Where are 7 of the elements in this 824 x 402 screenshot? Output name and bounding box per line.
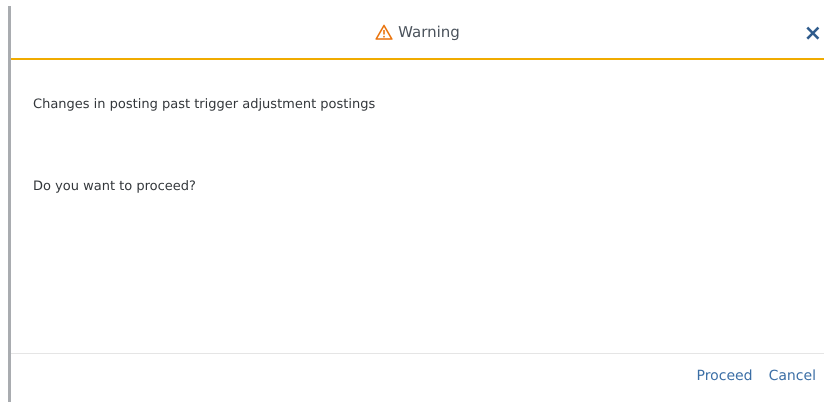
dialog-button[interactable]: Proceed (690, 364, 759, 388)
message-text: Changes in posting past trigger adjustment postings (33, 96, 376, 114)
dialog-button[interactable]: Cancel (762, 364, 822, 388)
warning-icon (375, 24, 394, 40)
message-text: Do you want to proceed? (33, 178, 197, 196)
close-button[interactable]: × (802, 23, 824, 45)
dialog-title: Warning (398, 22, 460, 43)
